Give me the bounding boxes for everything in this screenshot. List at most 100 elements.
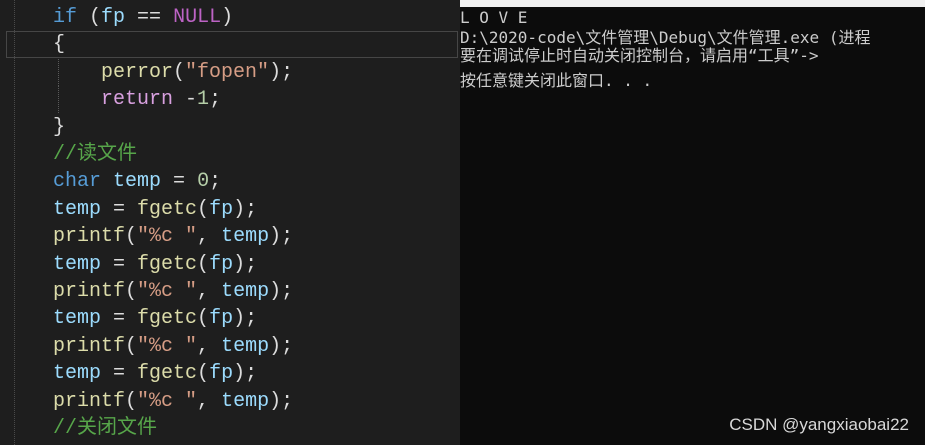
code-token: temp bbox=[53, 197, 102, 221]
code-line[interactable]: temp = fgetc(fp); bbox=[0, 251, 460, 278]
code-token: if bbox=[53, 6, 78, 29]
code-token: ); bbox=[233, 252, 258, 276]
code-token: = bbox=[101, 252, 138, 276]
code-token: ( bbox=[197, 252, 210, 276]
code-token: temp bbox=[53, 307, 102, 331]
code-token: temp bbox=[221, 389, 270, 413]
code-token: NULL bbox=[173, 6, 222, 29]
code-line[interactable]: printf("%c ", temp); bbox=[0, 223, 460, 250]
code-token: ); bbox=[233, 307, 258, 331]
code-token: ); bbox=[269, 225, 294, 249]
code-line[interactable]: printf("%c ", temp); bbox=[0, 333, 460, 360]
code-line[interactable]: temp = fgetc(fp); bbox=[0, 360, 460, 387]
code-token: fgetc bbox=[137, 307, 198, 331]
code-token: //读文件 bbox=[53, 143, 138, 166]
code-token: temp bbox=[113, 170, 162, 194]
code-line[interactable]: perror("fopen"); bbox=[0, 58, 460, 86]
code-token: , bbox=[197, 280, 222, 303]
code-token: ( bbox=[125, 389, 138, 413]
code-token: temp bbox=[221, 334, 270, 358]
code-token: == bbox=[125, 6, 174, 29]
code-token: ( bbox=[197, 362, 210, 386]
indent-guide bbox=[58, 86, 60, 114]
code-token: return bbox=[101, 88, 174, 112]
code-token: ( bbox=[197, 197, 210, 221]
code-token: ( bbox=[125, 280, 138, 303]
code-token: = bbox=[161, 170, 198, 194]
code-token: , bbox=[197, 225, 222, 249]
code-token: fgetc bbox=[137, 252, 198, 276]
code-token: "%c " bbox=[137, 334, 198, 358]
code-token: "%c " bbox=[137, 280, 198, 303]
code-line[interactable]: { bbox=[6, 31, 458, 59]
console-line: 按任意键关闭此窗口. . . bbox=[460, 71, 653, 90]
code-token: , bbox=[197, 334, 222, 358]
code-token: 1 bbox=[197, 88, 210, 112]
code-token: ( bbox=[197, 307, 210, 331]
code-token: = bbox=[101, 197, 138, 221]
code-token: temp bbox=[221, 280, 270, 303]
code-token: 0 bbox=[197, 170, 210, 194]
code-token: ( bbox=[125, 334, 138, 358]
code-token: , bbox=[197, 389, 222, 413]
code-token: } bbox=[53, 115, 66, 139]
code-token: fgetc bbox=[137, 197, 198, 221]
code-token: ) bbox=[221, 6, 234, 29]
console-line: D:\2020-code\文件管理\Debug\文件管理.exe (进程 bbox=[460, 28, 871, 47]
console-window[interactable]: L O V E D:\2020-code\文件管理\Debug\文件管理.exe… bbox=[460, 0, 925, 445]
code-token: ; bbox=[209, 88, 222, 112]
indent-guide bbox=[58, 58, 60, 86]
code-token: ( bbox=[77, 6, 102, 29]
code-token: fp bbox=[209, 362, 234, 386]
code-token: printf bbox=[53, 389, 126, 413]
code-token: fp bbox=[101, 6, 126, 29]
code-token: printf bbox=[53, 334, 126, 358]
code-token: { bbox=[53, 33, 66, 57]
code-token: - bbox=[173, 88, 198, 112]
code-token: "%c " bbox=[137, 389, 198, 413]
code-token: ( bbox=[125, 225, 138, 249]
code-token: printf bbox=[53, 280, 126, 303]
code-token: ; bbox=[209, 170, 222, 194]
console-line: 要在调试停止时自动关闭控制台，请启用“工具”-> bbox=[460, 46, 819, 65]
code-token: char bbox=[53, 170, 102, 194]
code-token: printf bbox=[53, 225, 126, 249]
code-line[interactable]: //关闭文件 bbox=[0, 415, 460, 442]
code-token: "fopen" bbox=[185, 60, 270, 84]
code-token: fgetc bbox=[137, 362, 198, 386]
code-line[interactable]: return -1; bbox=[0, 86, 460, 114]
code-token: ); bbox=[269, 389, 294, 413]
code-line[interactable]: if (fp == NULL) bbox=[0, 4, 460, 31]
code-token: //关闭文件 bbox=[53, 417, 158, 440]
code-line[interactable]: temp = fgetc(fp); bbox=[0, 196, 460, 223]
code-line[interactable]: char temp = 0; bbox=[0, 168, 460, 195]
code-token: ); bbox=[269, 280, 294, 303]
code-line[interactable]: } bbox=[0, 114, 460, 141]
code-editor[interactable]: if (fp == NULL){ perror("fopen"); return… bbox=[0, 0, 460, 445]
code-token: ); bbox=[233, 197, 258, 221]
code-line[interactable]: printf("%c ", temp); bbox=[0, 388, 460, 415]
code-token: = bbox=[101, 307, 138, 331]
code-token: ); bbox=[269, 60, 294, 84]
code-token: "%c " bbox=[137, 225, 198, 249]
code-token: ); bbox=[233, 362, 258, 386]
code-token: temp bbox=[221, 225, 270, 249]
code-line[interactable]: temp = fgetc(fp); bbox=[0, 305, 460, 332]
code-token: ( bbox=[173, 60, 186, 84]
console-title-bar bbox=[460, 0, 925, 7]
console-line: L O V E bbox=[460, 8, 528, 27]
code-token: fp bbox=[209, 307, 234, 331]
code-token: fp bbox=[209, 197, 234, 221]
code-token: fp bbox=[209, 252, 234, 276]
code-line[interactable]: printf("%c ", temp); bbox=[0, 278, 460, 305]
code-line[interactable]: //读文件 bbox=[0, 141, 460, 168]
code-token: ); bbox=[269, 334, 294, 358]
code-token: temp bbox=[53, 362, 102, 386]
code-token: = bbox=[101, 362, 138, 386]
code-token: temp bbox=[53, 252, 102, 276]
code-token: perror bbox=[101, 60, 174, 84]
csdn-watermark: CSDN @yangxiaobai22 bbox=[729, 415, 909, 434]
